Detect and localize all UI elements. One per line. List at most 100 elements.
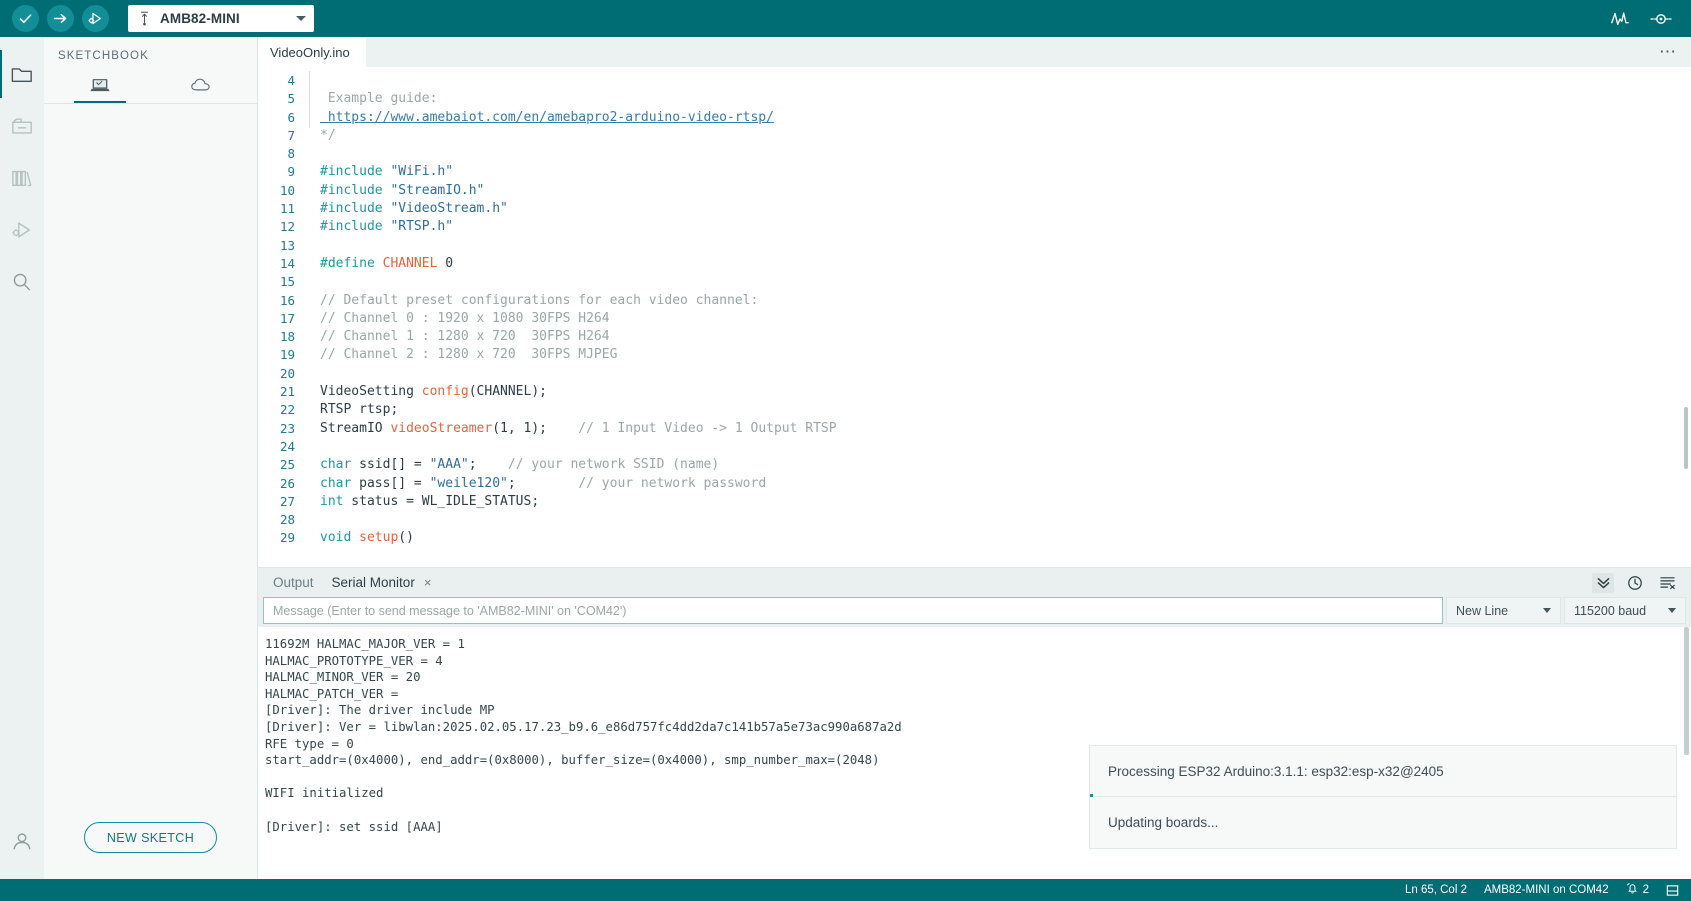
code-line: 13: [258, 237, 1691, 255]
tab-cloud-sketchbook[interactable]: [176, 74, 228, 103]
line-number: 16: [279, 292, 295, 308]
sidebar-item-search[interactable]: [0, 258, 44, 306]
cloud-icon: [190, 77, 214, 98]
code-text: RTSP rtsp;: [320, 402, 399, 418]
toggle-bottom-panel-icon[interactable]: [1666, 884, 1679, 897]
arduino-ide-window: AMB82-MINI SKETCHBOOK NEW SKETCH VideoOn…: [0, 0, 1691, 901]
editor-vertical-scrollbar[interactable]: [1684, 407, 1688, 469]
status-board-port[interactable]: AMB82-MINI on COM42: [1484, 884, 1609, 896]
tab-serial-monitor-label: Serial Monitor: [331, 575, 415, 590]
code-line: 14 #define CHANNEL 0: [258, 255, 1691, 273]
code-gutter: [304, 328, 320, 346]
code-gutter: [304, 438, 320, 456]
sidebar-item-sketchbook[interactable]: [0, 50, 44, 98]
code-line: 4: [258, 70, 1691, 92]
serial-plotter-icon[interactable]: [1609, 9, 1631, 29]
line-number: 21: [279, 384, 295, 400]
line-number: 14: [279, 255, 295, 271]
code-gutter: [304, 292, 320, 310]
sidebar-item-debug[interactable]: [0, 206, 44, 254]
tab-local-sketchbook[interactable]: [73, 74, 126, 103]
code-gutter: [304, 511, 320, 529]
code-gutter: [304, 310, 320, 328]
code-gutter: [304, 529, 320, 547]
new-sketch-button[interactable]: NEW SKETCH: [83, 822, 218, 853]
debug-button[interactable]: [82, 5, 109, 32]
code-gutter: [304, 182, 320, 200]
code-text: // Channel 1 : 1280 x 720 30FPS H264: [320, 329, 610, 345]
clear-output-icon[interactable]: [1656, 573, 1678, 593]
board-selector[interactable]: AMB82-MINI: [128, 5, 314, 32]
line-number: 24: [279, 438, 295, 454]
panel-tabbar: Output Serial Monitor ×: [258, 568, 1691, 597]
code-gutter: [304, 107, 320, 129]
timestamp-icon[interactable]: [1624, 573, 1646, 593]
chevron-down-icon[interactable]: [296, 16, 306, 21]
serial-output-scrollbar[interactable]: [1684, 627, 1689, 755]
code-gutter: [304, 456, 320, 474]
close-icon[interactable]: ×: [424, 568, 432, 597]
line-ending-select[interactable]: New Line: [1446, 597, 1561, 624]
code-line: 11 #include "VideoStream.h": [258, 200, 1691, 218]
usb-icon: [138, 11, 152, 26]
status-notifications[interactable]: 2: [1626, 882, 1649, 898]
line-number: 11: [279, 201, 295, 217]
line-number: 6: [287, 109, 295, 125]
sidebar-item-account[interactable]: [0, 817, 44, 865]
editor-tabbar: VideoOnly.ino ⋯: [258, 37, 1691, 67]
serial-output-line: [Driver]: The driver include MP: [265, 703, 495, 718]
upload-button[interactable]: [47, 5, 74, 32]
serial-output-line: 11692M HALMAC_MAJOR_VER = 1: [265, 637, 465, 651]
baud-rate-select[interactable]: 115200 baud: [1564, 597, 1686, 624]
editor-more-actions-icon[interactable]: ⋯: [1659, 37, 1691, 67]
serial-output-line: HALMAC_PATCH_VER =: [265, 686, 406, 701]
tab-serial-monitor[interactable]: Serial Monitor ×: [332, 568, 432, 597]
sidebar-item-boards-manager[interactable]: [0, 102, 44, 150]
serial-monitor-icon[interactable]: [1649, 9, 1673, 29]
notification-toast[interactable]: Processing ESP32 Arduino:3.1.1: esp32:es…: [1089, 745, 1677, 797]
code-line: 28: [258, 511, 1691, 529]
code-gutter: [304, 401, 320, 419]
code-gutter: [304, 70, 320, 92]
line-number: 9: [287, 164, 295, 180]
autoscroll-icon[interactable]: [1592, 572, 1614, 593]
code-text: Example guide:: [320, 91, 438, 107]
code-gutter: [304, 200, 320, 218]
sketchbook-panel: SKETCHBOOK NEW SKETCH: [44, 37, 258, 879]
code-gutter: [304, 255, 320, 273]
verify-button[interactable]: [12, 5, 39, 32]
activity-bar: [0, 37, 44, 879]
serial-output-line: HALMAC_MINOR_VER = 20: [265, 670, 421, 685]
code-line: 23 StreamIO videoStreamer(1, 1); // 1 Inp…: [258, 420, 1691, 438]
code-line: 5 Example guide:: [258, 89, 1691, 110]
code-editor[interactable]: 45 Example guide: 6 https://www.amebaiot.…: [258, 67, 1691, 567]
code-gutter: [304, 493, 320, 511]
code-gutter: [304, 218, 320, 236]
code-text: // Default preset configurations for eac…: [320, 292, 759, 308]
tab-output-label: Output: [273, 575, 314, 590]
code-gutter: [304, 383, 320, 401]
tab-output[interactable]: Output: [273, 568, 314, 597]
line-number: 12: [279, 219, 295, 235]
code-text: */: [320, 127, 336, 143]
code-line: 15: [258, 273, 1691, 291]
sidebar-item-library-manager[interactable]: [0, 154, 44, 202]
notification-toast[interactable]: Updating boards...: [1089, 797, 1677, 849]
line-number: 10: [279, 182, 295, 198]
status-cursor-position[interactable]: Ln 65, Col 2: [1405, 884, 1467, 896]
code-gutter: [304, 89, 320, 110]
code-line: 16 // Default preset configurations for e…: [258, 292, 1691, 310]
code-line: 6 https://www.amebaiot.com/en/amebapro2-…: [258, 107, 1691, 129]
serial-message-input[interactable]: [263, 597, 1443, 624]
code-text: https://www.amebaiot.com/en/amebapro2-ar…: [320, 109, 774, 125]
status-bar: Ln 65, Col 2 AMB82-MINI on COM42 2: [0, 879, 1691, 901]
line-number: 28: [279, 512, 295, 528]
editor-tab-videoonly[interactable]: VideoOnly.ino: [258, 37, 366, 67]
line-number: 17: [279, 310, 295, 326]
code-text: void setup(): [320, 530, 414, 546]
notification-count: 2: [1642, 884, 1649, 896]
